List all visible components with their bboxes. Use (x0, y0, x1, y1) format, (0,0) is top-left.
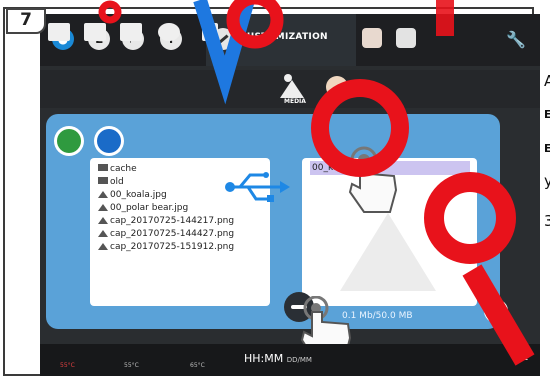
list-item[interactable]: 00_koala.jpg (98, 190, 167, 200)
temperature-reading: 55°C (124, 362, 139, 369)
list-icon[interactable] (362, 28, 382, 48)
instruction-text: 3 (544, 212, 550, 230)
step-number: 7 (6, 8, 46, 34)
temperature-reading: 55°C (60, 362, 75, 369)
book-icon[interactable] (48, 23, 70, 41)
screen-icon[interactable] (120, 23, 142, 41)
touch-hand-icon (348, 146, 398, 213)
instruction-text: A (544, 72, 550, 90)
manual-icon[interactable] (84, 23, 106, 41)
image-file-icon (98, 217, 108, 224)
list-item[interactable]: old (98, 177, 124, 187)
set-background-button[interactable] (484, 299, 508, 323)
customization-label: CUSTOMIZATION (240, 32, 328, 42)
list-item[interactable]: cap_20170725-151912.png (98, 242, 234, 252)
image-file-icon (98, 243, 108, 250)
instruction-text: E (544, 142, 550, 155)
image-file-icon (98, 204, 108, 211)
folder-icon (98, 177, 108, 184)
clock-display: HH:MM DD/MM (244, 352, 312, 365)
usb-icon (225, 172, 290, 202)
image-file-icon (98, 230, 108, 237)
list-item[interactable]: 00_polar bear.jpg (98, 203, 188, 213)
temperature-reading: 65°C (190, 362, 205, 369)
image-mode-button[interactable] (54, 126, 84, 156)
customization-tab[interactable]: CUSTOMIZATION (206, 14, 356, 66)
list-item[interactable]: cache (98, 164, 137, 174)
list-item[interactable]: cap_20170725-144427.png (98, 229, 234, 239)
user-icon[interactable] (396, 28, 416, 48)
dial-icon[interactable] (158, 23, 180, 41)
instruction-text: E (544, 108, 550, 121)
folder-icon (98, 164, 108, 171)
media-label: MEDIA (284, 98, 306, 105)
list-item[interactable]: cap_20170725-144217.png (98, 216, 234, 226)
expand-arrow-icon[interactable] (514, 352, 528, 360)
palette-icon[interactable] (326, 76, 348, 98)
video-mode-button[interactable] (94, 126, 124, 156)
media-tab[interactable]: MEDIA (276, 72, 316, 106)
image-file-icon (98, 191, 108, 198)
instruction-text: y (544, 172, 550, 190)
speaker-icon[interactable] (202, 23, 218, 41)
device-screen: ● L ⚑ i CUSTOMIZATION 🔧 MEDIA cache old … (40, 14, 540, 376)
wrench-icon[interactable]: 🔧 (506, 30, 526, 49)
